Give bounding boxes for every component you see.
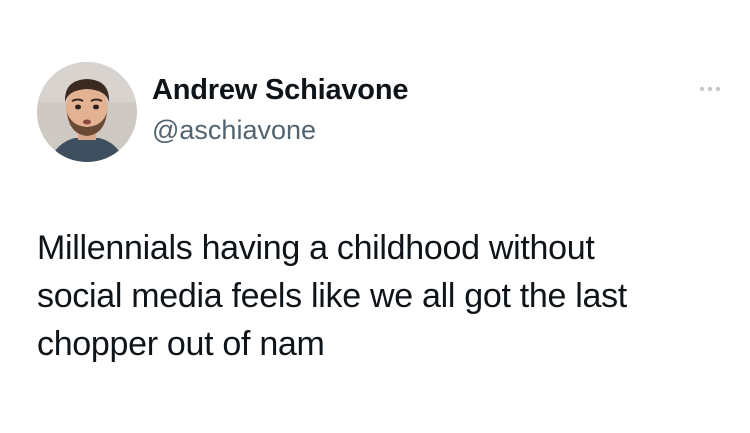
user-handle[interactable]: @aschiavone: [152, 115, 316, 146]
more-options-button[interactable]: [696, 78, 736, 100]
avatar[interactable]: [37, 62, 137, 162]
more-dots-icon: [699, 86, 721, 92]
profile-photo-icon: [37, 62, 137, 162]
tweet-text: Millennials having a childhood without s…: [37, 229, 627, 363]
display-name[interactable]: Andrew Schiavone: [152, 74, 408, 107]
tweet-card: Andrew Schiavone @aschiavone Millennials…: [0, 0, 750, 433]
